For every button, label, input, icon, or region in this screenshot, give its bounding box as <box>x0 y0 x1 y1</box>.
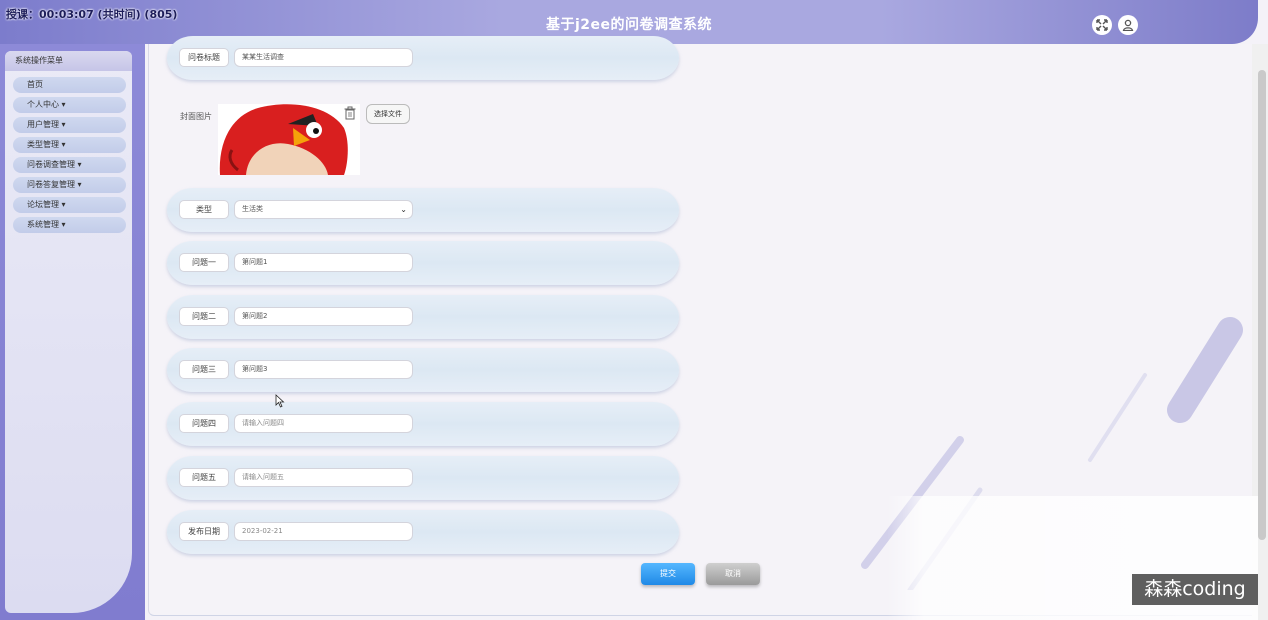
question-3-input[interactable]: 第问题3 <box>234 360 413 379</box>
sidebar-menu: 系统操作菜单 首页 个人中心 ▾ 用户管理 ▾ 类型管理 ▾ 问卷调查管理 ▾ … <box>5 51 132 613</box>
question-4-label: 问题四 <box>179 414 229 433</box>
question-3-label: 问题三 <box>179 360 229 379</box>
sidebar-title: 系统操作菜单 <box>5 51 132 71</box>
sidebar-item-survey-management[interactable]: 问卷调查管理 ▾ <box>13 157 126 173</box>
user-profile-button[interactable] <box>1118 15 1138 35</box>
form-row-question-2: 问题二 第问题2 <box>167 295 679 339</box>
form-row-question-5: 问题五 请输入问题五 <box>167 456 679 500</box>
form-row-question-4: 问题四 请输入问题四 <box>167 402 679 446</box>
choose-file-button[interactable]: 选择文件 <box>366 104 410 124</box>
question-2-label: 问题二 <box>179 307 229 326</box>
question-5-input[interactable]: 请输入问题五 <box>234 468 413 487</box>
type-select-value: 生活类 <box>242 205 263 213</box>
submit-button[interactable]: 提交 <box>641 563 695 585</box>
fullscreen-icon <box>1096 19 1108 31</box>
sidebar-item-user-management[interactable]: 用户管理 ▾ <box>13 117 126 133</box>
sidebar-item-answer-management[interactable]: 问卷答复管理 ▾ <box>13 177 126 193</box>
mouse-cursor-icon <box>275 394 285 408</box>
form-row-type: 类型 生活类 ⌄ <box>167 188 679 232</box>
chevron-down-icon: ⌄ <box>400 205 407 214</box>
question-2-input[interactable]: 第问题2 <box>234 307 413 326</box>
publish-date-label: 发布日期 <box>179 522 229 541</box>
type-label: 类型 <box>179 200 229 219</box>
sidebar-item-forum-management[interactable]: 论坛管理 ▾ <box>13 197 126 213</box>
angry-bird-image <box>218 104 360 175</box>
form-row-question-3: 问题三 第问题3 <box>167 348 679 392</box>
publish-date-input[interactable]: 2023-02-21 <box>234 522 413 541</box>
app-title: 基于j2ee的问卷调查系统 <box>545 17 713 33</box>
question-5-label: 问题五 <box>179 468 229 487</box>
watermark: 森森coding <box>1132 574 1258 605</box>
user-icon <box>1122 19 1134 31</box>
type-select[interactable]: 生活类 ⌄ <box>234 200 413 219</box>
sidebar-item-home[interactable]: 首页 <box>13 77 126 93</box>
survey-title-label: 问卷标题 <box>179 48 229 67</box>
sidebar-item-system-management[interactable]: 系统管理 ▾ <box>13 217 126 233</box>
form-row-survey-title: 问卷标题 某某生活调查 <box>167 36 679 80</box>
question-4-input[interactable]: 请输入问题四 <box>234 414 413 433</box>
survey-title-input[interactable]: 某某生活调查 <box>234 48 413 67</box>
sidebar-item-type-management[interactable]: 类型管理 ▾ <box>13 137 126 153</box>
trash-icon[interactable] <box>344 106 356 120</box>
question-1-input[interactable]: 第问题1 <box>234 253 413 272</box>
scrollbar-thumb[interactable] <box>1258 70 1266 540</box>
fullscreen-button[interactable] <box>1092 15 1112 35</box>
cover-image-preview <box>218 104 360 175</box>
cover-image-label: 封面图片 <box>180 112 212 121</box>
form-row-publish-date: 发布日期 2023-02-21 <box>167 510 679 554</box>
cancel-button[interactable]: 取消 <box>706 563 760 585</box>
sidebar-item-personal-center[interactable]: 个人中心 ▾ <box>13 97 126 113</box>
form-row-question-1: 问题一 第问题1 <box>167 241 679 285</box>
question-1-label: 问题一 <box>179 253 229 272</box>
